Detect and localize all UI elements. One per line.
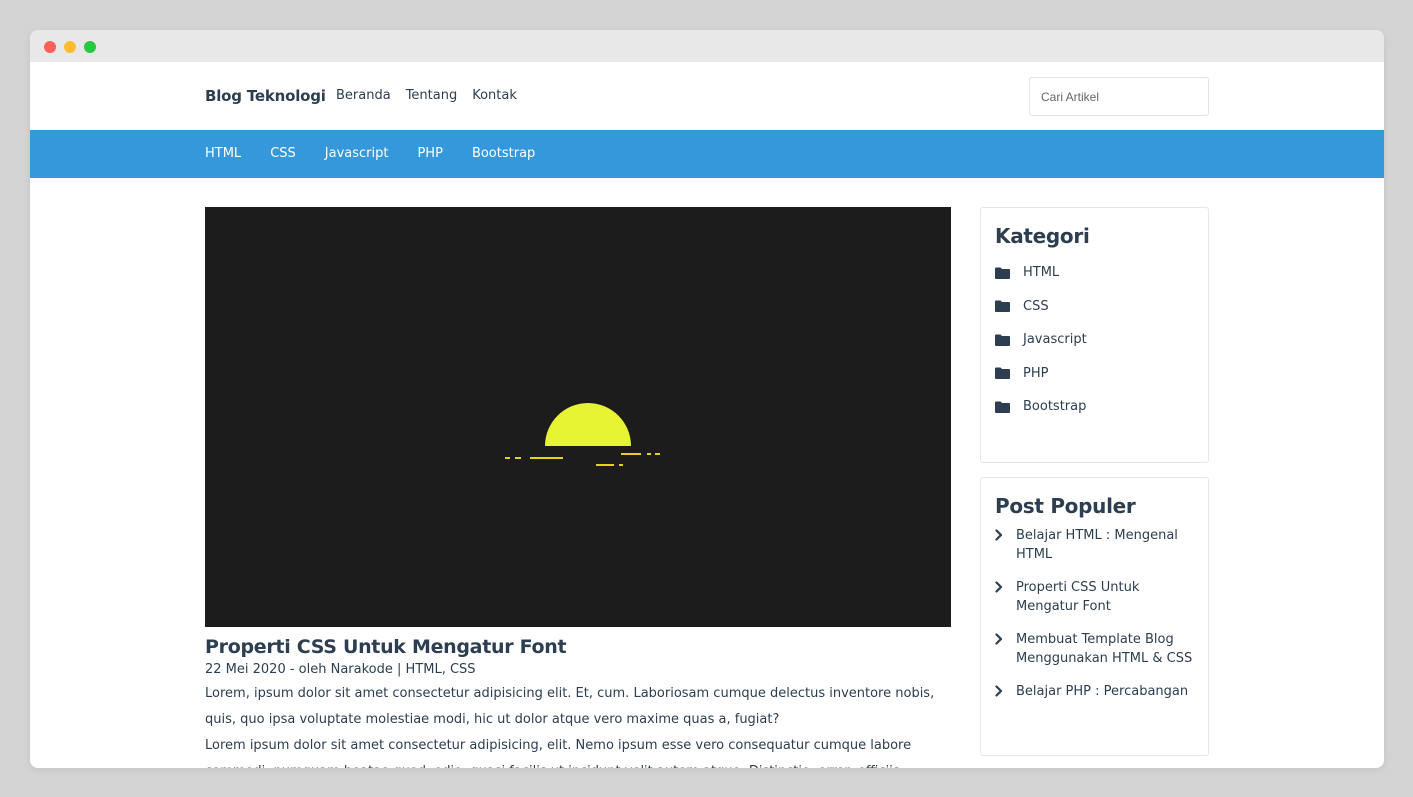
post-paragraph: Lorem, ipsum dolor sit amet consectetur …	[205, 686, 935, 727]
popular-post-item[interactable]: Belajar PHP : Percabangan	[995, 682, 1194, 701]
category-nav-links: HTML CSS Javascript PHP Bootstrap	[205, 146, 535, 161]
horizon-lines	[505, 453, 660, 466]
search-input[interactable]	[1029, 77, 1209, 116]
site-brand[interactable]: Blog Teknologi	[205, 87, 326, 105]
folder-icon	[995, 334, 1010, 346]
popular-post-link[interactable]: Properti CSS Untuk Mengatur Font	[1016, 578, 1194, 616]
sun-shape	[545, 403, 631, 446]
post-meta: 22 Mei 2020 - oleh Narakode | HTML, CSS	[205, 662, 476, 677]
kategori-item[interactable]: HTML	[995, 256, 1194, 290]
category-link-javascript[interactable]: Javascript	[325, 146, 389, 161]
post-populer-widget: Post Populer Belajar HTML : Mengenal HTM…	[980, 477, 1209, 756]
nav-link-beranda[interactable]: Beranda	[336, 88, 391, 103]
post-title[interactable]: Properti CSS Untuk Mengatur Font	[205, 635, 951, 659]
post-paragraph: Lorem ipsum dolor sit amet consectetur a…	[205, 738, 912, 768]
browser-window: Blog Teknologi Beranda Tentang Kontak HT…	[30, 30, 1384, 768]
folder-icon	[995, 367, 1010, 380]
kategori-item-label: PHP	[1023, 365, 1049, 381]
close-window-button[interactable]	[44, 41, 56, 53]
popular-post-link[interactable]: Belajar PHP : Percabangan	[1016, 682, 1188, 701]
popular-post-item[interactable]: Membuat Template Blog Menggunakan HTML &…	[995, 630, 1194, 668]
category-link-php[interactable]: PHP	[417, 146, 442, 161]
post-populer-title: Post Populer	[995, 494, 1136, 518]
kategori-title: Kategori	[995, 224, 1090, 248]
category-link-css[interactable]: CSS	[270, 146, 296, 161]
popular-post-item[interactable]: Belajar HTML : Mengenal HTML	[995, 526, 1194, 564]
kategori-item-label: Javascript	[1023, 332, 1087, 348]
kategori-item[interactable]: CSS	[995, 290, 1194, 324]
nav-link-tentang[interactable]: Tentang	[406, 88, 458, 103]
kategori-item[interactable]: Bootstrap	[995, 390, 1194, 424]
popular-post-item[interactable]: Properti CSS Untuk Mengatur Font	[995, 578, 1194, 616]
popular-post-link[interactable]: Membuat Template Blog Menggunakan HTML &…	[1016, 630, 1194, 668]
category-link-html[interactable]: HTML	[205, 146, 241, 161]
chevron-right-icon	[995, 632, 1003, 645]
kategori-item-label: Bootstrap	[1023, 399, 1087, 415]
kategori-item[interactable]: Javascript	[995, 323, 1194, 357]
post-populer-list: Belajar HTML : Mengenal HTML Properti CSS…	[995, 526, 1194, 701]
maximize-window-button[interactable]	[84, 41, 96, 53]
chevron-right-icon	[995, 684, 1003, 697]
top-nav-links: Beranda Tentang Kontak	[336, 88, 517, 103]
kategori-widget: Kategori HTML CSS Javascript PHP Bootstrap	[980, 207, 1209, 463]
kategori-list: HTML CSS Javascript PHP Bootstrap	[995, 256, 1194, 424]
nav-link-kontak[interactable]: Kontak	[472, 88, 517, 103]
top-navbar: Blog Teknologi Beranda Tentang Kontak	[30, 62, 1384, 130]
folder-icon	[995, 300, 1010, 313]
category-navbar: HTML CSS Javascript PHP Bootstrap	[30, 130, 1384, 178]
kategori-item-label: CSS	[1023, 298, 1049, 314]
main-content: Properti CSS Untuk Mengatur Font 22 Mei …	[205, 207, 951, 768]
post-body: Lorem, ipsum dolor sit amet consectetur …	[205, 681, 951, 768]
folder-icon	[995, 267, 1010, 279]
minimize-window-button[interactable]	[64, 41, 76, 53]
chevron-right-icon	[995, 580, 1003, 593]
chevron-right-icon	[995, 528, 1003, 541]
kategori-item[interactable]: PHP	[995, 357, 1194, 391]
sidebar: Kategori HTML CSS Javascript PHP Bootstrap P…	[980, 207, 1209, 756]
folder-icon	[995, 401, 1010, 413]
category-link-bootstrap[interactable]: Bootstrap	[472, 146, 535, 161]
post-hero-image[interactable]	[205, 207, 951, 627]
window-titlebar	[30, 30, 1384, 62]
kategori-item-label: HTML	[1023, 265, 1060, 281]
popular-post-link[interactable]: Belajar HTML : Mengenal HTML	[1016, 526, 1194, 564]
sunset-illustration	[505, 403, 660, 466]
